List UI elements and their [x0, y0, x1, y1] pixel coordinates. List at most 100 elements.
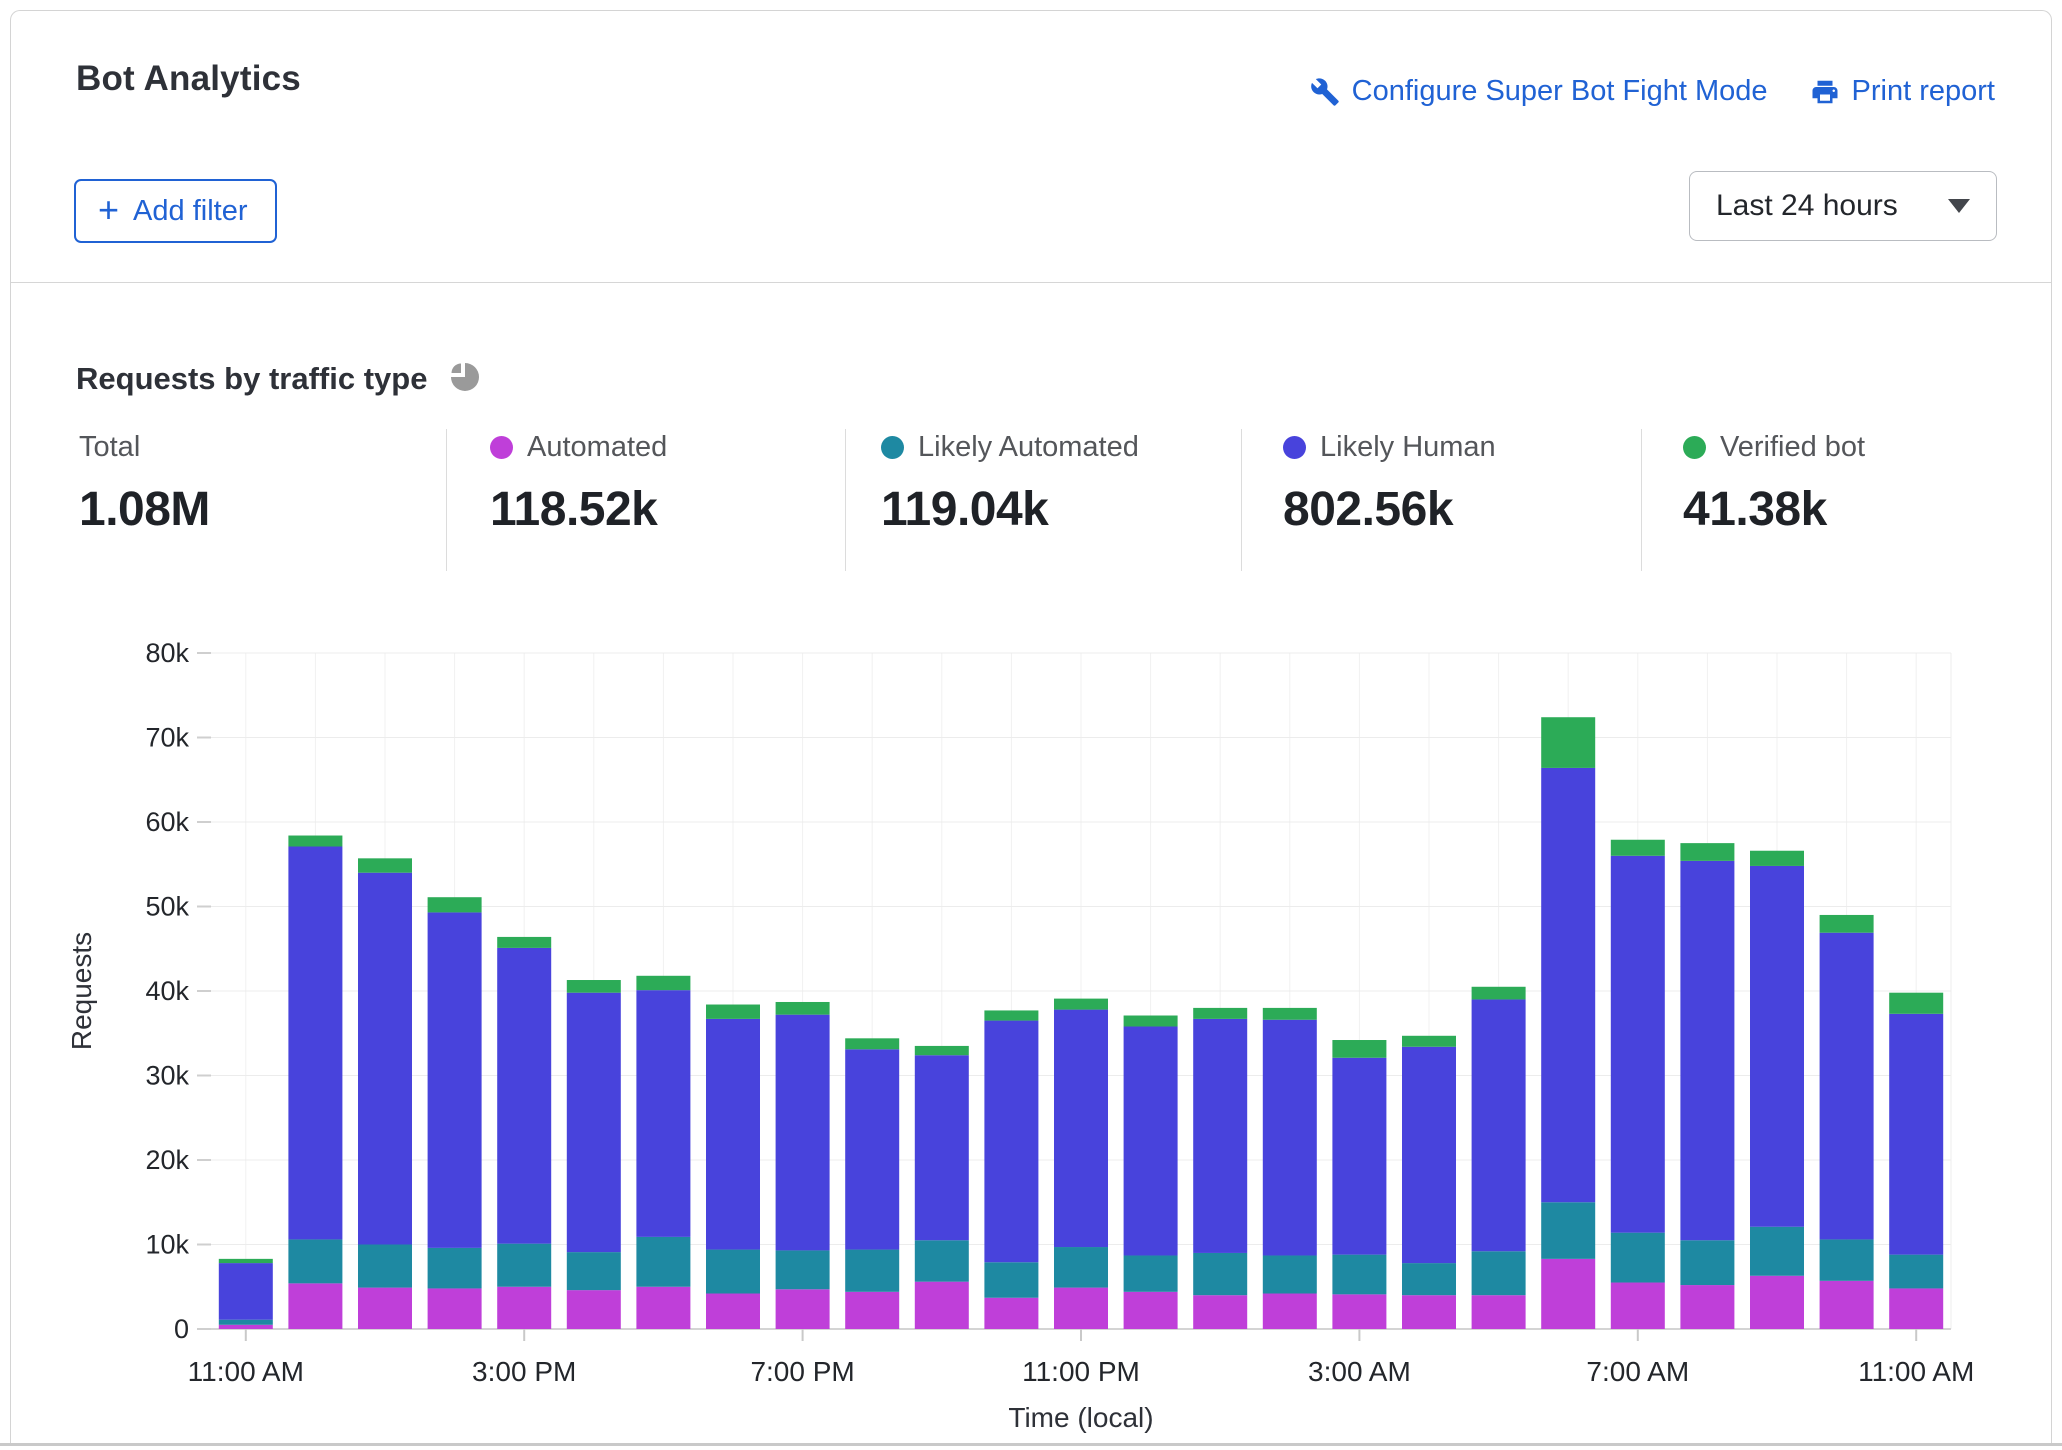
bar-15-automated[interactable]	[1263, 1294, 1317, 1329]
bar-2-likely-human[interactable]	[358, 873, 412, 1245]
bar-19-likely-automated[interactable]	[1541, 1202, 1595, 1259]
bar-0-likely-human[interactable]	[219, 1263, 273, 1320]
bar-20-verified-bot[interactable]	[1611, 840, 1665, 856]
bar-15-likely-automated[interactable]	[1263, 1255, 1317, 1293]
bar-20-automated[interactable]	[1611, 1283, 1665, 1329]
bar-8-likely-human[interactable]	[776, 1015, 830, 1251]
bar-17-verified-bot[interactable]	[1402, 1036, 1456, 1047]
bar-13-automated[interactable]	[1124, 1292, 1178, 1329]
bar-11-likely-automated[interactable]	[984, 1262, 1038, 1297]
bar-14-automated[interactable]	[1193, 1295, 1247, 1329]
bar-6-automated[interactable]	[636, 1287, 690, 1329]
bar-12-verified-bot[interactable]	[1054, 999, 1108, 1010]
bar-7-likely-human[interactable]	[706, 1019, 760, 1250]
bar-24-likely-automated[interactable]	[1889, 1255, 1943, 1289]
bar-20-likely-automated[interactable]	[1611, 1233, 1665, 1283]
configure-super-bot-fight-mode-link[interactable]: Configure Super Bot Fight Mode	[1310, 75, 1768, 108]
bar-5-likely-human[interactable]	[567, 993, 621, 1252]
bar-23-automated[interactable]	[1820, 1281, 1874, 1329]
bar-17-likely-human[interactable]	[1402, 1047, 1456, 1263]
bar-9-likely-human[interactable]	[845, 1049, 899, 1249]
bar-19-automated[interactable]	[1541, 1259, 1595, 1329]
bar-5-automated[interactable]	[567, 1290, 621, 1329]
bar-6-verified-bot[interactable]	[636, 976, 690, 990]
bar-24-verified-bot[interactable]	[1889, 993, 1943, 1014]
bar-4-likely-human[interactable]	[497, 948, 551, 1244]
bar-10-verified-bot[interactable]	[915, 1046, 969, 1055]
bar-7-automated[interactable]	[706, 1294, 760, 1329]
bar-14-verified-bot[interactable]	[1193, 1008, 1247, 1019]
bar-23-verified-bot[interactable]	[1820, 915, 1874, 933]
bar-21-likely-human[interactable]	[1680, 861, 1734, 1240]
bar-20-likely-human[interactable]	[1611, 856, 1665, 1233]
bar-8-verified-bot[interactable]	[776, 1002, 830, 1015]
bar-11-automated[interactable]	[984, 1298, 1038, 1329]
bar-17-likely-automated[interactable]	[1402, 1263, 1456, 1295]
bar-15-verified-bot[interactable]	[1263, 1008, 1317, 1020]
bar-3-likely-automated[interactable]	[428, 1248, 482, 1289]
bar-14-likely-automated[interactable]	[1193, 1253, 1247, 1295]
bar-24-likely-human[interactable]	[1889, 1014, 1943, 1255]
bar-24-automated[interactable]	[1889, 1288, 1943, 1329]
bar-21-likely-automated[interactable]	[1680, 1240, 1734, 1285]
bar-1-verified-bot[interactable]	[288, 836, 342, 847]
print-report-link[interactable]: Print report	[1810, 75, 1995, 108]
bar-22-likely-human[interactable]	[1750, 866, 1804, 1227]
bar-11-likely-human[interactable]	[984, 1021, 1038, 1263]
bar-1-likely-human[interactable]	[288, 847, 342, 1240]
bar-10-likely-automated[interactable]	[915, 1240, 969, 1281]
bar-16-automated[interactable]	[1332, 1294, 1386, 1329]
bar-22-verified-bot[interactable]	[1750, 851, 1804, 866]
bar-4-likely-automated[interactable]	[497, 1244, 551, 1287]
bar-10-automated[interactable]	[915, 1282, 969, 1329]
bar-1-likely-automated[interactable]	[288, 1239, 342, 1283]
bar-4-automated[interactable]	[497, 1287, 551, 1329]
bar-1-automated[interactable]	[288, 1283, 342, 1329]
bar-21-automated[interactable]	[1680, 1285, 1734, 1329]
bar-7-verified-bot[interactable]	[706, 1005, 760, 1019]
bar-13-verified-bot[interactable]	[1124, 1016, 1178, 1027]
bar-13-likely-automated[interactable]	[1124, 1255, 1178, 1291]
bar-15-likely-human[interactable]	[1263, 1020, 1317, 1256]
bar-23-likely-automated[interactable]	[1820, 1239, 1874, 1280]
bar-0-verified-bot[interactable]	[219, 1259, 273, 1263]
bar-22-likely-automated[interactable]	[1750, 1227, 1804, 1276]
bar-5-likely-automated[interactable]	[567, 1252, 621, 1290]
bar-14-likely-human[interactable]	[1193, 1019, 1247, 1253]
bar-3-likely-human[interactable]	[428, 912, 482, 1247]
bar-0-automated[interactable]	[219, 1325, 273, 1329]
bar-12-automated[interactable]	[1054, 1288, 1108, 1329]
bar-3-verified-bot[interactable]	[428, 897, 482, 912]
bar-12-likely-automated[interactable]	[1054, 1247, 1108, 1288]
bar-19-likely-human[interactable]	[1541, 768, 1595, 1202]
bar-18-automated[interactable]	[1472, 1295, 1526, 1329]
time-range-select[interactable]: Last 24 hours	[1689, 171, 1997, 241]
bar-19-verified-bot[interactable]	[1541, 717, 1595, 768]
bar-16-likely-automated[interactable]	[1332, 1255, 1386, 1295]
bar-0-likely-automated[interactable]	[219, 1320, 273, 1325]
bar-18-verified-bot[interactable]	[1472, 987, 1526, 1000]
bar-5-verified-bot[interactable]	[567, 980, 621, 993]
bar-10-likely-human[interactable]	[915, 1055, 969, 1240]
bar-21-verified-bot[interactable]	[1680, 843, 1734, 861]
add-filter-button[interactable]: + Add filter	[74, 179, 277, 243]
bar-23-likely-human[interactable]	[1820, 933, 1874, 1240]
bar-13-likely-human[interactable]	[1124, 1026, 1178, 1255]
bar-2-automated[interactable]	[358, 1288, 412, 1329]
bar-8-likely-automated[interactable]	[776, 1250, 830, 1289]
bar-6-likely-human[interactable]	[636, 990, 690, 1237]
bar-7-likely-automated[interactable]	[706, 1250, 760, 1294]
bar-3-automated[interactable]	[428, 1288, 482, 1329]
bar-11-verified-bot[interactable]	[984, 1010, 1038, 1020]
bar-17-automated[interactable]	[1402, 1295, 1456, 1329]
bar-18-likely-automated[interactable]	[1472, 1251, 1526, 1295]
bar-9-verified-bot[interactable]	[845, 1038, 899, 1049]
bar-9-automated[interactable]	[845, 1292, 899, 1329]
bar-4-verified-bot[interactable]	[497, 937, 551, 948]
bar-2-likely-automated[interactable]	[358, 1245, 412, 1288]
bar-12-likely-human[interactable]	[1054, 1010, 1108, 1247]
bar-16-likely-human[interactable]	[1332, 1058, 1386, 1255]
bar-2-verified-bot[interactable]	[358, 858, 412, 872]
bar-18-likely-human[interactable]	[1472, 999, 1526, 1251]
bar-16-verified-bot[interactable]	[1332, 1040, 1386, 1058]
